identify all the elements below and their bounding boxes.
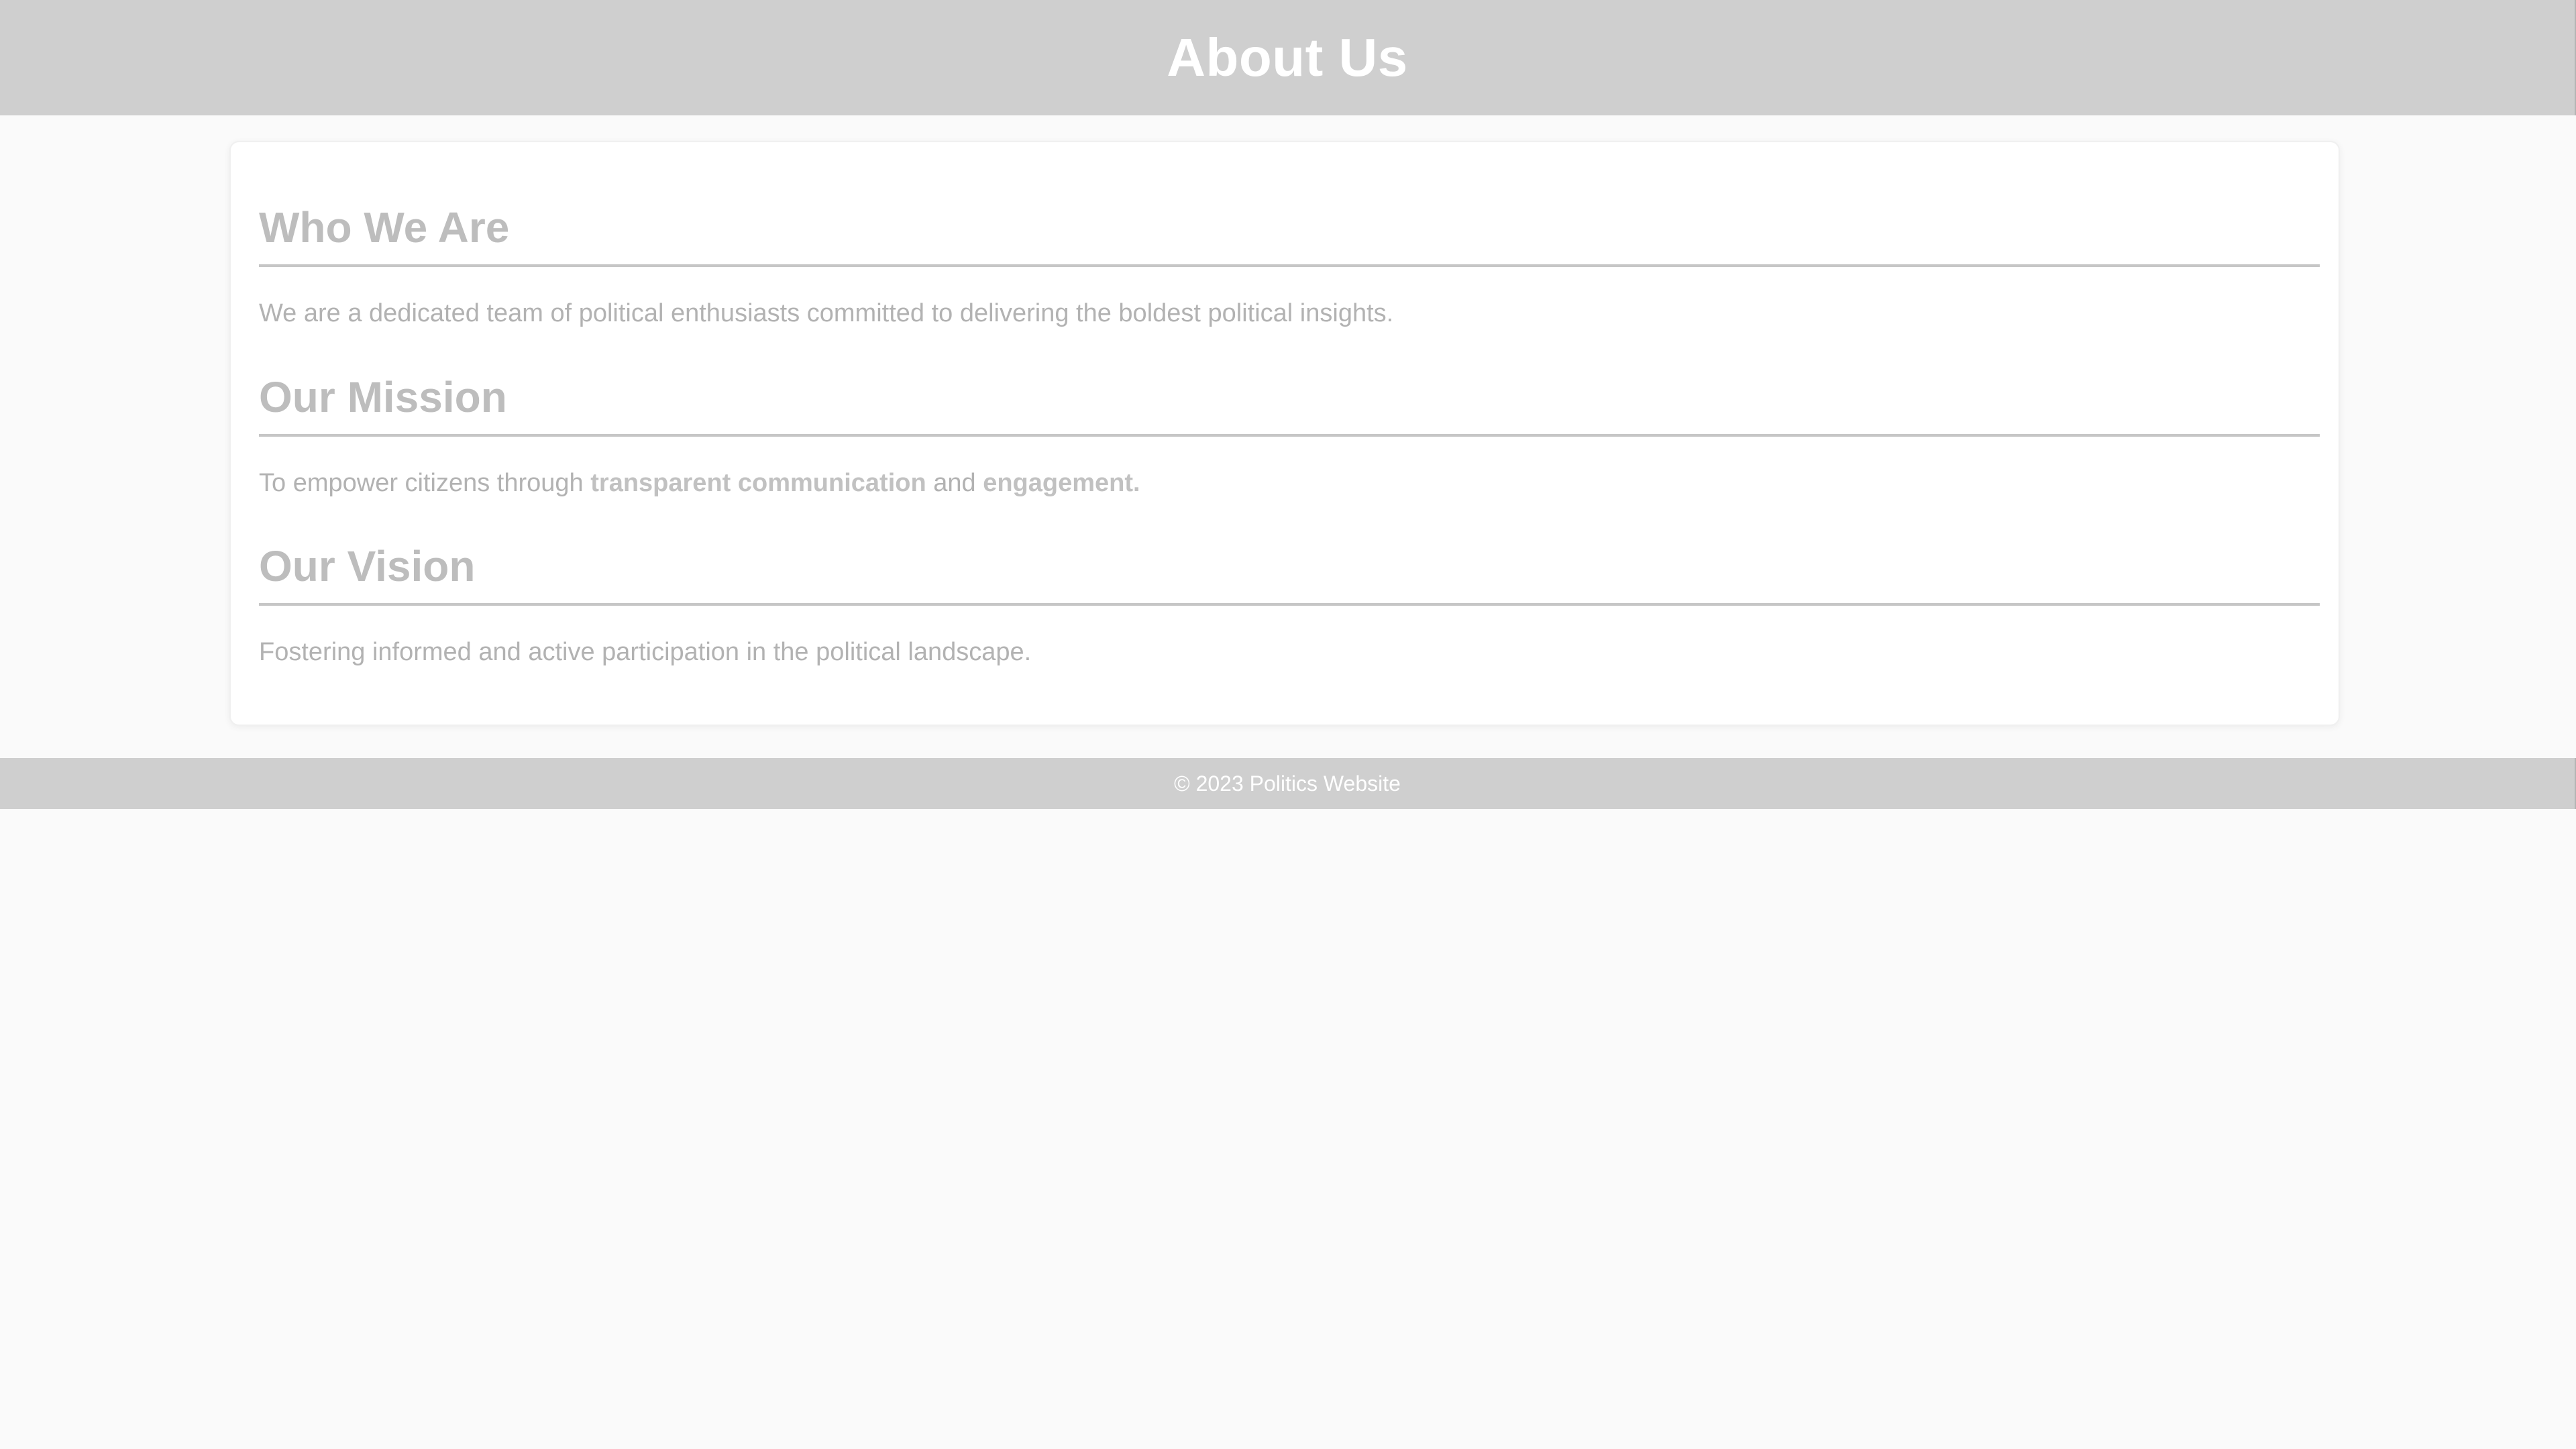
mission-bold-engagement: engagement. (983, 469, 1140, 497)
section-heading-who-we-are: Who We Are (259, 203, 2320, 267)
section-heading-our-vision: Our Vision (259, 541, 2320, 606)
page-footer: © 2023 Politics Website (0, 758, 2576, 809)
section-text-our-vision: Fostering informed and active participat… (259, 638, 1032, 666)
section-text-who-we-are: We are a dedicated team of political ent… (259, 299, 1394, 327)
mission-text-and: and (926, 469, 983, 497)
about-content-card: Who We Are We are a dedicated team of po… (229, 141, 2340, 726)
section-our-vision: Our Vision Fostering informed and active… (259, 541, 2320, 667)
section-text-our-mission: To empower citizens through transparent … (259, 468, 2320, 498)
mission-text-start: To empower citizens through (259, 469, 591, 497)
section-heading-our-mission: Our Mission (259, 372, 2320, 437)
section-who-we-are: Who We Are We are a dedicated team of po… (259, 203, 2320, 329)
mission-bold-transparent-communication: transparent communication (590, 469, 926, 497)
page-header: About Us (0, 0, 2576, 115)
section-our-mission: Our Mission To empower citizens through … (259, 372, 2320, 498)
page-title: About Us (1167, 28, 1408, 87)
footer-copyright: © 2023 Politics Website (1174, 771, 1401, 796)
